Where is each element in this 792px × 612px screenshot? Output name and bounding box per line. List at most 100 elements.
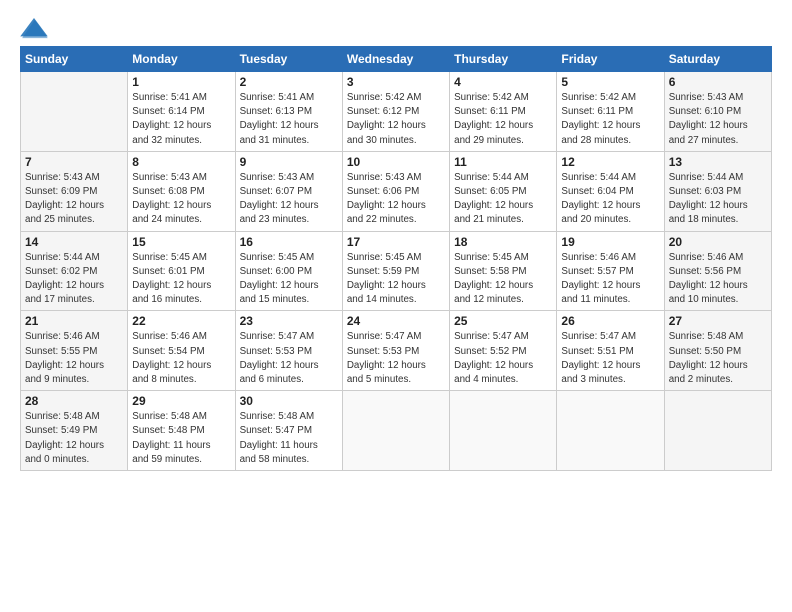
day-number: 22: [132, 314, 230, 328]
day-info: Sunrise: 5:48 AMSunset: 5:47 PMDaylight:…: [240, 410, 338, 467]
calendar-cell: 29 Sunrise: 5:48 AMSunset: 5:48 PMDayligh…: [128, 391, 235, 471]
week-row-1: 7 Sunrise: 5:43 AMSunset: 6:09 PMDaylight…: [21, 151, 772, 231]
day-info: Sunrise: 5:44 AMSunset: 6:02 PMDaylight:…: [25, 251, 123, 308]
calendar-cell: 20 Sunrise: 5:46 AMSunset: 5:56 PMDayligh…: [664, 231, 771, 311]
header: [20, 18, 772, 40]
day-number: 1: [132, 75, 230, 89]
day-number: 18: [454, 235, 552, 249]
day-number: 10: [347, 155, 445, 169]
day-info: Sunrise: 5:41 AMSunset: 6:14 PMDaylight:…: [132, 91, 230, 148]
calendar-cell: 2Sunrise: 5:41 AMSunset: 6:13 PMDaylight…: [235, 72, 342, 152]
day-number: 14: [25, 235, 123, 249]
calendar-cell: 5 Sunrise: 5:42 AMSunset: 6:11 PMDaylight…: [557, 72, 664, 152]
day-number: 29: [132, 394, 230, 408]
day-number: 24: [347, 314, 445, 328]
calendar-cell: 11 Sunrise: 5:44 AMSunset: 6:05 PMDayligh…: [450, 151, 557, 231]
day-info: Sunrise: 5:48 AMSunset: 5:48 PMDaylight:…: [132, 410, 230, 467]
logo: [20, 18, 52, 40]
calendar: SundayMondayTuesdayWednesdayThursdayFrid…: [20, 46, 772, 471]
calendar-cell: 3Sunrise: 5:42 AMSunset: 6:12 PMDaylight…: [342, 72, 449, 152]
day-info: Sunrise: 5:48 AMSunset: 5:49 PMDaylight:…: [25, 410, 123, 467]
day-info: Sunrise: 5:45 AMSunset: 6:00 PMDaylight:…: [240, 251, 338, 308]
day-number: 9: [240, 155, 338, 169]
day-info: Sunrise: 5:42 AMSunset: 6:12 PMDaylight:…: [347, 91, 445, 148]
day-info: Sunrise: 5:43 AMSunset: 6:07 PMDaylight:…: [240, 171, 338, 228]
week-row-4: 28 Sunrise: 5:48 AMSunset: 5:49 PMDayligh…: [21, 391, 772, 471]
calendar-cell: 23 Sunrise: 5:47 AMSunset: 5:53 PMDayligh…: [235, 311, 342, 391]
day-info: Sunrise: 5:46 AMSunset: 5:54 PMDaylight:…: [132, 330, 230, 387]
day-number: 15: [132, 235, 230, 249]
day-info: Sunrise: 5:47 AMSunset: 5:53 PMDaylight:…: [347, 330, 445, 387]
day-info: Sunrise: 5:47 AMSunset: 5:52 PMDaylight:…: [454, 330, 552, 387]
day-number: 25: [454, 314, 552, 328]
calendar-cell: 22 Sunrise: 5:46 AMSunset: 5:54 PMDayligh…: [128, 311, 235, 391]
calendar-cell: [450, 391, 557, 471]
day-info: Sunrise: 5:43 AMSunset: 6:09 PMDaylight:…: [25, 171, 123, 228]
day-number: 4: [454, 75, 552, 89]
calendar-cell: [557, 391, 664, 471]
calendar-cell: 28 Sunrise: 5:48 AMSunset: 5:49 PMDayligh…: [21, 391, 128, 471]
day-info: Sunrise: 5:47 AMSunset: 5:51 PMDaylight:…: [561, 330, 659, 387]
day-number: 23: [240, 314, 338, 328]
calendar-header: SundayMondayTuesdayWednesdayThursdayFrid…: [21, 47, 772, 72]
day-info: Sunrise: 5:45 AMSunset: 6:01 PMDaylight:…: [132, 251, 230, 308]
day-info: Sunrise: 5:46 AMSunset: 5:55 PMDaylight:…: [25, 330, 123, 387]
calendar-cell: 12Sunrise: 5:44 AMSunset: 6:04 PMDayligh…: [557, 151, 664, 231]
calendar-cell: 4 Sunrise: 5:42 AMSunset: 6:11 PMDaylight…: [450, 72, 557, 152]
calendar-cell: 10 Sunrise: 5:43 AMSunset: 6:06 PMDayligh…: [342, 151, 449, 231]
day-info: Sunrise: 5:42 AMSunset: 6:11 PMDaylight:…: [561, 91, 659, 148]
day-number: 6: [669, 75, 767, 89]
week-row-3: 21Sunrise: 5:46 AMSunset: 5:55 PMDayligh…: [21, 311, 772, 391]
calendar-cell: 9 Sunrise: 5:43 AMSunset: 6:07 PMDaylight…: [235, 151, 342, 231]
day-number: 28: [25, 394, 123, 408]
calendar-cell: 17Sunrise: 5:45 AMSunset: 5:59 PMDayligh…: [342, 231, 449, 311]
week-row-0: 1 Sunrise: 5:41 AMSunset: 6:14 PMDaylight…: [21, 72, 772, 152]
day-number: 26: [561, 314, 659, 328]
calendar-cell: 7 Sunrise: 5:43 AMSunset: 6:09 PMDaylight…: [21, 151, 128, 231]
day-number: 19: [561, 235, 659, 249]
weekday-header-wednesday: Wednesday: [342, 47, 449, 72]
calendar-cell: 25 Sunrise: 5:47 AMSunset: 5:52 PMDayligh…: [450, 311, 557, 391]
day-info: Sunrise: 5:42 AMSunset: 6:11 PMDaylight:…: [454, 91, 552, 148]
page-container: SundayMondayTuesdayWednesdayThursdayFrid…: [0, 0, 792, 481]
calendar-cell: 16Sunrise: 5:45 AMSunset: 6:00 PMDayligh…: [235, 231, 342, 311]
calendar-cell: 27 Sunrise: 5:48 AMSunset: 5:50 PMDayligh…: [664, 311, 771, 391]
weekday-header-sunday: Sunday: [21, 47, 128, 72]
calendar-cell: 18 Sunrise: 5:45 AMSunset: 5:58 PMDayligh…: [450, 231, 557, 311]
week-row-2: 14 Sunrise: 5:44 AMSunset: 6:02 PMDayligh…: [21, 231, 772, 311]
day-info: Sunrise: 5:44 AMSunset: 6:04 PMDaylight:…: [561, 171, 659, 228]
weekday-row: SundayMondayTuesdayWednesdayThursdayFrid…: [21, 47, 772, 72]
weekday-header-saturday: Saturday: [664, 47, 771, 72]
day-number: 17: [347, 235, 445, 249]
calendar-cell: 14 Sunrise: 5:44 AMSunset: 6:02 PMDayligh…: [21, 231, 128, 311]
day-info: Sunrise: 5:44 AMSunset: 6:05 PMDaylight:…: [454, 171, 552, 228]
day-info: Sunrise: 5:45 AMSunset: 5:58 PMDaylight:…: [454, 251, 552, 308]
calendar-cell: 1 Sunrise: 5:41 AMSunset: 6:14 PMDaylight…: [128, 72, 235, 152]
day-number: 8: [132, 155, 230, 169]
day-number: 27: [669, 314, 767, 328]
calendar-cell: [664, 391, 771, 471]
day-info: Sunrise: 5:44 AMSunset: 6:03 PMDaylight:…: [669, 171, 767, 228]
calendar-cell: 19 Sunrise: 5:46 AMSunset: 5:57 PMDayligh…: [557, 231, 664, 311]
calendar-cell: [21, 72, 128, 152]
day-info: Sunrise: 5:46 AMSunset: 5:56 PMDaylight:…: [669, 251, 767, 308]
day-info: Sunrise: 5:47 AMSunset: 5:53 PMDaylight:…: [240, 330, 338, 387]
day-number: 20: [669, 235, 767, 249]
day-number: 11: [454, 155, 552, 169]
day-number: 5: [561, 75, 659, 89]
day-info: Sunrise: 5:43 AMSunset: 6:06 PMDaylight:…: [347, 171, 445, 228]
day-number: 7: [25, 155, 123, 169]
weekday-header-tuesday: Tuesday: [235, 47, 342, 72]
day-info: Sunrise: 5:43 AMSunset: 6:08 PMDaylight:…: [132, 171, 230, 228]
weekday-header-thursday: Thursday: [450, 47, 557, 72]
calendar-cell: 24 Sunrise: 5:47 AMSunset: 5:53 PMDayligh…: [342, 311, 449, 391]
calendar-body: 1 Sunrise: 5:41 AMSunset: 6:14 PMDaylight…: [21, 72, 772, 471]
day-info: Sunrise: 5:41 AMSunset: 6:13 PMDaylight:…: [240, 91, 338, 148]
calendar-cell: 26 Sunrise: 5:47 AMSunset: 5:51 PMDayligh…: [557, 311, 664, 391]
day-info: Sunrise: 5:48 AMSunset: 5:50 PMDaylight:…: [669, 330, 767, 387]
day-info: Sunrise: 5:43 AMSunset: 6:10 PMDaylight:…: [669, 91, 767, 148]
calendar-cell: 15 Sunrise: 5:45 AMSunset: 6:01 PMDayligh…: [128, 231, 235, 311]
weekday-header-monday: Monday: [128, 47, 235, 72]
day-number: 30: [240, 394, 338, 408]
day-info: Sunrise: 5:46 AMSunset: 5:57 PMDaylight:…: [561, 251, 659, 308]
